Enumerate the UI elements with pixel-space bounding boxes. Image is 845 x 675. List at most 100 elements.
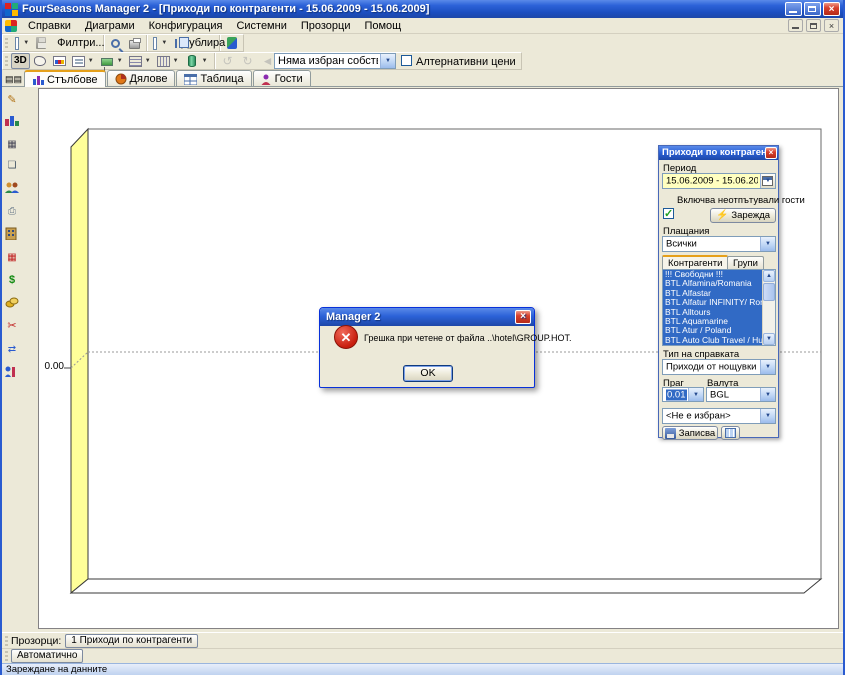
list-item[interactable]: BTL Alfamina/Romania xyxy=(663,279,762,288)
hotel-building-icon[interactable] xyxy=(4,226,20,242)
chart-report-icon[interactable] xyxy=(4,113,20,129)
tab-table[interactable]: Таблица xyxy=(176,70,251,87)
load-button[interactable]: ⚡ Зарежда xyxy=(710,208,776,223)
list-item-partial[interactable] xyxy=(663,345,762,346)
list-item[interactable]: BTL Alfatur INFINITY/ Romani xyxy=(663,298,762,307)
scroll-up-icon[interactable]: ▲ xyxy=(763,270,775,282)
grid-icon xyxy=(725,428,736,438)
calendar-button[interactable] xyxy=(760,174,775,188)
dropdown-arrow-icon[interactable] xyxy=(760,388,775,401)
error-dialog: Manager 2 × ✕ Грешка при четене от файла… xyxy=(319,307,535,388)
menu-item[interactable]: Справки xyxy=(21,19,78,33)
window-tab-button[interactable]: 1 Приходи по контрагенти xyxy=(65,634,198,648)
labels-button[interactable]: ▼ xyxy=(97,53,126,69)
dropdown-arrow-icon[interactable] xyxy=(760,360,775,374)
copy-window-icon[interactable]: ❏ xyxy=(4,157,20,173)
print-button[interactable] xyxy=(125,35,143,51)
guest-stats-icon[interactable] xyxy=(4,364,20,380)
filter-button[interactable]: Филтри... xyxy=(50,35,100,51)
counteragents-list: !!! Свободни !!!BTL Alfamina/RomaniaBTL … xyxy=(662,269,776,346)
toolbar-grip[interactable] xyxy=(5,56,8,66)
save-report-button[interactable]: Записва xyxy=(662,426,718,440)
threshold-input[interactable]: 0.01 xyxy=(662,387,704,402)
period-input[interactable]: 15.06.2009 - 15.06.2009 xyxy=(662,173,776,189)
menu-item[interactable]: Помощ xyxy=(357,19,408,33)
menu-item[interactable]: Системни xyxy=(229,19,293,33)
chart-shape-button[interactable] xyxy=(30,53,50,69)
dropdown-arrow-icon[interactable] xyxy=(380,54,395,68)
tab-groups[interactable]: Групи xyxy=(727,256,764,270)
mdi-close-button[interactable]: × xyxy=(824,19,839,32)
toolbar-grip[interactable] xyxy=(5,636,8,646)
dropdown-arrow-icon[interactable] xyxy=(760,409,775,423)
dialog-close-icon[interactable]: × xyxy=(515,310,531,324)
list-item[interactable]: BTL Alltours xyxy=(663,308,762,317)
restore-button[interactable] xyxy=(804,2,821,16)
save-button[interactable] xyxy=(32,35,50,51)
dropdown-arrow-icon[interactable] xyxy=(688,388,703,401)
report-type-select[interactable]: Приходи от нощувки xyxy=(662,359,776,375)
print-preview-button[interactable] xyxy=(107,35,125,51)
menu-item[interactable]: Диаграми xyxy=(78,19,142,33)
owner-select[interactable]: Няма избран собственици xyxy=(274,53,396,69)
series-marks-button[interactable] xyxy=(50,53,69,69)
grid-options-button[interactable] xyxy=(721,426,740,440)
panel-title-bar[interactable]: Приходи по контрагенти × xyxy=(659,146,778,160)
menu-item[interactable]: Прозорци xyxy=(294,19,358,33)
alt-prices-checkbox[interactable] xyxy=(401,55,412,67)
list-scrollbar[interactable]: ▲ ▼ xyxy=(762,270,775,345)
guests-group-icon[interactable] xyxy=(4,180,20,196)
scroll-thumb[interactable] xyxy=(763,283,775,301)
list-item[interactable]: !!! Свободни !!! xyxy=(663,270,762,279)
occupancy-grid-icon[interactable]: ▦ xyxy=(4,249,20,265)
toolbar-grip[interactable] xyxy=(5,38,8,48)
list-item[interactable]: BTL Auto Club Travel / Hunga xyxy=(663,336,762,345)
dropdown-arrow-icon[interactable] xyxy=(760,237,775,251)
toolbar-grip[interactable] xyxy=(5,651,8,661)
app-icon xyxy=(5,3,18,16)
mdi-minimize-button[interactable] xyxy=(788,19,803,32)
include-guests-checkbox[interactable] xyxy=(663,208,674,219)
error-message: Грешка при четене от файла ..\hotel\GROU… xyxy=(364,333,528,343)
payments-icon[interactable] xyxy=(4,295,20,311)
currency-select[interactable]: BGL xyxy=(706,387,776,402)
automatic-button[interactable]: Автоматично xyxy=(11,649,83,663)
calculator-icon[interactable]: ▦ xyxy=(4,136,20,152)
list-item[interactable]: BTL Aquamarine xyxy=(663,317,762,326)
second-report-select[interactable]: <Не е избран> xyxy=(662,408,776,424)
edit-report-icon[interactable]: ✎ xyxy=(4,92,20,108)
hgrid-button[interactable]: ▼ xyxy=(126,53,154,69)
dialog-title-bar[interactable]: Manager 2 × xyxy=(320,308,534,326)
panel-close-icon[interactable]: × xyxy=(765,147,777,159)
report-parameters-panel: Приходи по контрагенти × Период 15.06.20… xyxy=(658,145,779,438)
cut-forbidden-icon[interactable]: ✂ xyxy=(4,318,20,334)
tab-pies[interactable]: Дялове xyxy=(107,70,176,87)
tab-guests[interactable]: Гости xyxy=(253,70,311,87)
tab-bars[interactable]: Стълбове xyxy=(24,70,106,87)
list-item[interactable]: BTL Atur / Poland xyxy=(663,326,762,335)
scroll-down-icon[interactable]: ▼ xyxy=(763,333,775,345)
cashier-icon[interactable]: ⎙ xyxy=(4,203,20,219)
tab-counteragents[interactable]: Контрагенти xyxy=(662,255,728,269)
status-bar: Зареждане на данните xyxy=(2,663,843,675)
transfer-icon[interactable]: ⇄ xyxy=(4,341,20,357)
legend-button[interactable]: ▼ xyxy=(69,53,97,69)
rotate-right-button[interactable]: ↻ xyxy=(238,53,258,69)
dollar-icon[interactable]: $ xyxy=(4,272,20,288)
list-item[interactable]: BTL Alfastar xyxy=(663,289,762,298)
window-cards-icon[interactable]: ▤▤ xyxy=(4,71,20,87)
ok-button[interactable]: OK xyxy=(403,365,453,382)
menu-item[interactable]: Конфигурация xyxy=(142,19,230,33)
bar-style-button[interactable]: ▼ xyxy=(182,53,211,69)
database-button[interactable] xyxy=(223,35,241,51)
export-button[interactable]: ▼ xyxy=(149,35,170,51)
new-report-button[interactable]: ▼ xyxy=(11,35,32,51)
rotate-left-button[interactable]: ↺ xyxy=(218,53,238,69)
minimize-button[interactable] xyxy=(785,2,802,16)
mdi-restore-button[interactable] xyxy=(806,19,821,32)
vgrid-button[interactable]: ▼ xyxy=(154,53,182,69)
duplicate-button[interactable]: Дублира xyxy=(170,35,216,51)
close-button[interactable]: × xyxy=(823,2,840,16)
chart-3d-button[interactable]: 3D xyxy=(11,53,30,69)
payments-select[interactable]: Всички xyxy=(662,236,776,252)
